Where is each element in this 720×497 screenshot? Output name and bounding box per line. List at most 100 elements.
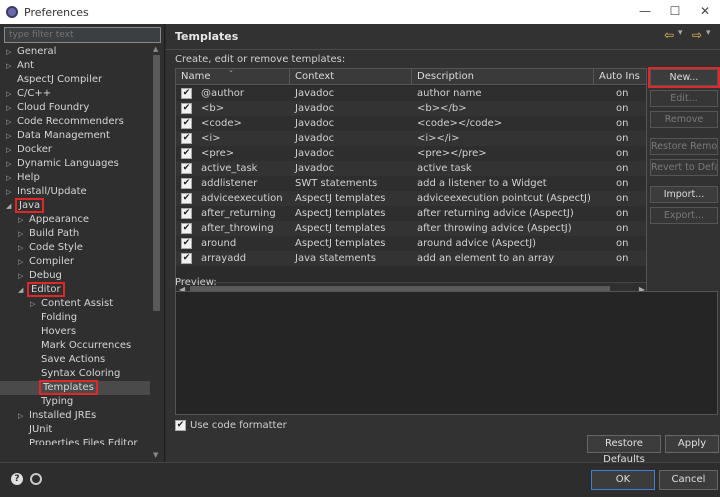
tree-item-content-assist[interactable]: ▷ Content Assist bbox=[0, 297, 150, 311]
tree-item-docker[interactable]: ▷ Docker bbox=[0, 143, 150, 157]
table-row[interactable]: ✔ <code> Javadoc <code></code> on bbox=[176, 116, 646, 131]
scroll-up-arrow-icon[interactable]: ▲ bbox=[153, 45, 158, 53]
preview-area[interactable] bbox=[175, 291, 718, 415]
tree-scrollbar[interactable]: ▲ ▼ bbox=[150, 45, 163, 459]
tree-item-hovers[interactable]: Hovers bbox=[0, 325, 150, 339]
template-enabled-checkbox[interactable]: ✔ bbox=[181, 253, 192, 264]
template-enabled-checkbox[interactable]: ✔ bbox=[181, 133, 192, 144]
menu-chevron-icon[interactable]: ▾ bbox=[706, 28, 716, 42]
forward-arrow-icon[interactable]: ⇨ bbox=[692, 28, 702, 42]
tree-item-save-actions[interactable]: Save Actions bbox=[0, 353, 150, 367]
template-enabled-checkbox[interactable]: ✔ bbox=[181, 118, 192, 129]
template-enabled-checkbox[interactable]: ✔ bbox=[181, 148, 192, 159]
ok-button[interactable]: OK bbox=[591, 470, 655, 490]
collapsed-arrow-icon[interactable]: ▷ bbox=[18, 255, 29, 269]
tree-item-install-update[interactable]: ▷ Install/Update bbox=[0, 185, 150, 199]
tree-scroll-thumb[interactable] bbox=[153, 55, 160, 311]
template-enabled-checkbox[interactable]: ✔ bbox=[181, 238, 192, 249]
restore-removed-button[interactable]: Restore Removed bbox=[650, 138, 718, 155]
scroll-down-arrow-icon[interactable]: ▼ bbox=[153, 451, 158, 459]
template-enabled-checkbox[interactable]: ✔ bbox=[181, 193, 192, 204]
tree-item-syntax-coloring[interactable]: Syntax Coloring bbox=[0, 367, 150, 381]
expanded-arrow-icon[interactable]: ◢ bbox=[6, 199, 17, 213]
link-preferences-icon[interactable] bbox=[30, 473, 42, 485]
tree-item-c-c[interactable]: ▷ C/C++ bbox=[0, 87, 150, 101]
template-enabled-checkbox[interactable]: ✔ bbox=[181, 163, 192, 174]
table-row[interactable]: ✔ around AspectJ templates around advice (A… bbox=[176, 236, 646, 251]
table-row[interactable]: ✔ after_throwing AspectJ templates after th… bbox=[176, 221, 646, 236]
collapsed-arrow-icon[interactable]: ▷ bbox=[6, 129, 17, 143]
import-button[interactable]: Import... bbox=[650, 186, 718, 203]
tree-item-appearance[interactable]: ▷ Appearance bbox=[0, 213, 150, 227]
tree-item-editor[interactable]: ◢ Editor bbox=[0, 282, 150, 297]
tree-item-data-management[interactable]: ▷ Data Management bbox=[0, 129, 150, 143]
cancel-button[interactable]: Cancel bbox=[659, 470, 718, 490]
tree-item-java[interactable]: ◢ Java bbox=[0, 198, 150, 213]
table-row[interactable]: ✔ <pre> Javadoc <pre></pre> on bbox=[176, 146, 646, 161]
template-enabled-checkbox[interactable]: ✔ bbox=[181, 103, 192, 114]
table-row[interactable]: ✔ arrayadd Java statements add an element t… bbox=[176, 251, 646, 266]
collapsed-arrow-icon[interactable]: ▷ bbox=[18, 213, 29, 227]
collapsed-arrow-icon[interactable]: ▷ bbox=[6, 115, 17, 129]
export-button[interactable]: Export... bbox=[650, 207, 718, 224]
apply-button[interactable]: Apply bbox=[665, 435, 719, 453]
tree-item-compiler[interactable]: ▷ Compiler bbox=[0, 255, 150, 269]
restore-defaults-button[interactable]: Restore Defaults bbox=[587, 435, 661, 465]
table-row[interactable]: ✔ <i> Javadoc <i></i> on bbox=[176, 131, 646, 146]
collapsed-arrow-icon[interactable]: ▷ bbox=[6, 59, 17, 73]
tree-item-installed-jres[interactable]: ▷ Installed JREs bbox=[0, 409, 150, 423]
template-enabled-checkbox[interactable]: ✔ bbox=[181, 178, 192, 189]
edit-button[interactable]: Edit... bbox=[650, 90, 718, 107]
collapsed-arrow-icon[interactable]: ▷ bbox=[30, 297, 41, 311]
close-button[interactable]: ✕ bbox=[690, 0, 720, 24]
tree-item-ant[interactable]: ▷ Ant bbox=[0, 59, 150, 73]
collapsed-arrow-icon[interactable]: ▷ bbox=[18, 227, 29, 241]
collapsed-arrow-icon[interactable]: ▷ bbox=[18, 269, 29, 283]
collapsed-arrow-icon[interactable]: ▷ bbox=[6, 45, 17, 59]
tree-item-cloud-foundry[interactable]: ▷ Cloud Foundry bbox=[0, 101, 150, 115]
template-enabled-checkbox[interactable]: ✔ bbox=[181, 223, 192, 234]
column-header-auto-insert[interactable]: Auto Ins bbox=[594, 69, 646, 85]
tree-item-debug[interactable]: ▷ Debug bbox=[0, 269, 150, 283]
table-row[interactable]: ✔ active_task Javadoc active task on bbox=[176, 161, 646, 176]
help-icon[interactable]: ? bbox=[11, 473, 23, 485]
new-button[interactable]: New... bbox=[648, 67, 720, 88]
tree-item-folding[interactable]: Folding bbox=[0, 311, 150, 325]
filter-input[interactable] bbox=[4, 27, 161, 43]
tree-item-mark-occurrences[interactable]: Mark Occurrences bbox=[0, 339, 150, 353]
column-header-context[interactable]: Context bbox=[290, 69, 412, 85]
table-row[interactable]: ✔ @author Javadoc author name on bbox=[176, 86, 646, 101]
table-row[interactable]: ✔ adviceexecution AspectJ templates advicee… bbox=[176, 191, 646, 206]
tree-item-typing[interactable]: Typing bbox=[0, 395, 150, 409]
template-enabled-checkbox[interactable]: ✔ bbox=[181, 208, 192, 219]
table-row[interactable]: ✔ addlistener SWT statements add a listener… bbox=[176, 176, 646, 191]
collapsed-arrow-icon[interactable]: ▷ bbox=[6, 185, 17, 199]
template-enabled-checkbox[interactable]: ✔ bbox=[181, 88, 192, 99]
collapsed-arrow-icon[interactable]: ▷ bbox=[18, 409, 29, 423]
maximize-button[interactable]: ☐ bbox=[660, 0, 690, 24]
collapsed-arrow-icon[interactable]: ▷ bbox=[6, 157, 17, 171]
use-code-formatter-checkbox[interactable]: ✔ bbox=[175, 420, 186, 431]
tree-item-templates[interactable]: Templates bbox=[0, 380, 150, 395]
tree-item-properties-files-editor[interactable]: Properties Files Editor bbox=[0, 437, 150, 445]
collapsed-arrow-icon[interactable]: ▷ bbox=[6, 171, 17, 185]
remove-button[interactable]: Remove bbox=[650, 111, 718, 128]
collapsed-arrow-icon[interactable]: ▷ bbox=[6, 87, 17, 101]
menu-chevron-icon[interactable]: ▾ bbox=[678, 28, 688, 42]
minimize-button[interactable]: — bbox=[630, 0, 660, 24]
revert-to-default-button[interactable]: Revert to Default bbox=[650, 159, 718, 176]
tree-item-help[interactable]: ▷ Help bbox=[0, 171, 150, 185]
tree-item-junit[interactable]: JUnit bbox=[0, 423, 150, 437]
column-header-description[interactable]: Description bbox=[412, 69, 594, 85]
tree-item-general[interactable]: ▷ General bbox=[0, 45, 150, 59]
expanded-arrow-icon[interactable]: ◢ bbox=[18, 283, 29, 297]
tree-item-build-path[interactable]: ▷ Build Path bbox=[0, 227, 150, 241]
collapsed-arrow-icon[interactable]: ▷ bbox=[18, 241, 29, 255]
collapsed-arrow-icon[interactable]: ▷ bbox=[6, 101, 17, 115]
tree-item-code-recommenders[interactable]: ▷ Code Recommenders bbox=[0, 115, 150, 129]
tree-item-dynamic-languages[interactable]: ▷ Dynamic Languages bbox=[0, 157, 150, 171]
collapsed-arrow-icon[interactable]: ▷ bbox=[6, 143, 17, 157]
tree-item-code-style[interactable]: ▷ Code Style bbox=[0, 241, 150, 255]
back-arrow-icon[interactable]: ⇦ bbox=[664, 28, 674, 42]
table-row[interactable]: ✔ <b> Javadoc <b></b> on bbox=[176, 101, 646, 116]
